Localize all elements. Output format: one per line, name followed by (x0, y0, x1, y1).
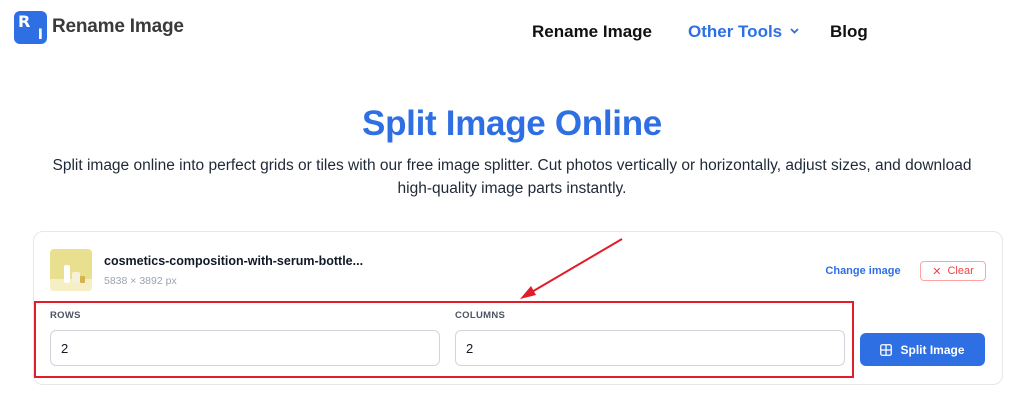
logo-letter-i: I (37, 26, 43, 43)
close-icon: ✕ (932, 265, 942, 278)
logo-letter-r: R (18, 11, 31, 31)
change-image-button[interactable]: Change image (817, 261, 909, 281)
logo[interactable]: R I Rename Image (14, 10, 184, 44)
file-name: cosmetics-composition-with-serum-bottle.… (104, 254, 364, 268)
nav-other-tools[interactable]: Other Tools (688, 20, 799, 44)
image-thumbnail (50, 249, 92, 291)
nav-rename-image[interactable]: Rename Image (532, 20, 652, 44)
chevron-down-icon (790, 26, 799, 37)
page-title: Split Image Online (362, 104, 662, 143)
file-dimensions: 5838 × 3892 px (104, 275, 177, 287)
columns-input[interactable] (455, 330, 845, 366)
split-image-button-label: Split Image (900, 342, 965, 357)
grid-icon (880, 343, 893, 356)
nav-blog[interactable]: Blog (830, 20, 868, 44)
columns-label: COLUMNS (455, 310, 506, 321)
clear-button-label: Clear (947, 265, 974, 277)
page-subtitle: Split image online into perfect grids or… (52, 157, 972, 197)
rows-input[interactable] (50, 330, 440, 366)
split-image-button[interactable]: Split Image (860, 333, 985, 366)
nav-other-tools-label: Other Tools (688, 22, 783, 41)
logo-text: Rename Image (52, 16, 184, 37)
clear-button[interactable]: ✕ Clear (920, 261, 986, 281)
rows-label: ROWS (50, 310, 81, 321)
logo-icon: R I (14, 10, 47, 44)
